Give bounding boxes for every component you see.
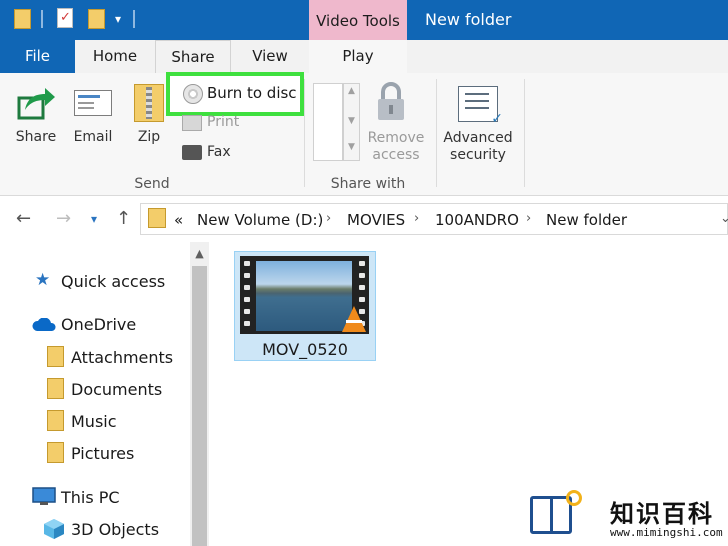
zip-button[interactable]: Zip [130, 129, 168, 145]
file-name-label[interactable]: MOV_0520 [234, 340, 376, 359]
group-separator [436, 79, 437, 187]
group-separator [304, 79, 305, 187]
tab-view[interactable]: View [231, 40, 309, 73]
share-with-group-label: Share with [330, 176, 406, 192]
chevron-right-icon[interactable]: › [326, 211, 331, 226]
chevron-right-icon[interactable]: › [526, 211, 531, 226]
sidebar-item-music[interactable]: Music [71, 412, 117, 431]
printer-icon [182, 115, 202, 131]
context-tab-title: Video Tools [316, 12, 400, 30]
share-with-scroller[interactable]: ▲ ▼ ▼ [343, 83, 360, 161]
remove-access-button[interactable]: Remove access [364, 130, 428, 164]
disc-icon[interactable] [183, 84, 203, 104]
folder-icon[interactable] [14, 9, 31, 29]
folder-icon [47, 442, 64, 463]
properties-icon[interactable] [57, 8, 73, 28]
email-button[interactable]: Email [70, 129, 116, 145]
sidebar-item-onedrive[interactable]: OneDrive [61, 315, 136, 334]
chevron-right-icon[interactable]: › [414, 211, 419, 226]
zip-folder-icon[interactable] [134, 84, 164, 122]
star-icon: ★ [35, 270, 51, 290]
advanced-security-line1: Advanced [443, 130, 513, 146]
sidebar-item-quick-access[interactable]: Quick access [61, 272, 165, 291]
remove-access-line1: Remove [367, 130, 425, 146]
tab-share[interactable]: Share [155, 40, 231, 73]
remove-access-line2: access [372, 147, 420, 163]
breadcrumb-item[interactable]: 100ANDRO [435, 211, 519, 229]
3d-objects-icon [44, 519, 64, 539]
email-icon[interactable] [74, 90, 112, 116]
sidebar-item-pictures[interactable]: Pictures [71, 444, 134, 463]
scroll-down-icon[interactable]: ▼ [344, 116, 359, 126]
lock-icon [378, 82, 404, 120]
book-logo-icon [530, 496, 572, 534]
up-arrow-icon[interactable]: ↑ [116, 208, 131, 229]
vlc-cone-icon [342, 306, 366, 332]
folder-icon [47, 378, 64, 399]
chevron-down-icon[interactable]: ⌄ [720, 211, 728, 226]
share-with-list[interactable] [313, 83, 343, 161]
breadcrumb-item[interactable]: MOVIES [347, 211, 405, 229]
lightbulb-logo-icon [566, 490, 582, 506]
forward-arrow-icon[interactable]: → [56, 208, 71, 229]
recent-locations-icon[interactable]: ▾ [91, 212, 97, 226]
tab-file[interactable]: File [0, 40, 75, 73]
tab-strip-background [407, 40, 728, 73]
scrollbar-thumb[interactable] [192, 266, 207, 546]
group-separator [524, 79, 525, 187]
breadcrumb-item[interactable]: New Volume (D:) [197, 211, 323, 229]
vlc-cone-stripe [346, 320, 362, 323]
send-group-label: Send [134, 176, 170, 192]
thumbnail-image [256, 261, 352, 331]
separator [133, 10, 135, 28]
print-button[interactable]: Print [207, 114, 239, 130]
scroll-up-icon[interactable]: ▲ [344, 86, 359, 96]
advanced-security-icon[interactable] [458, 86, 503, 127]
breadcrumb-item[interactable]: New folder [546, 211, 627, 229]
advanced-security-line2: security [450, 147, 506, 163]
tab-play[interactable]: Play [309, 40, 407, 73]
sidebar-item-3d-objects[interactable]: 3D Objects [71, 520, 159, 539]
folder-icon [148, 208, 166, 228]
share-button[interactable]: Share [12, 129, 60, 145]
tab-home[interactable]: Home [75, 40, 155, 73]
folder-icon [47, 346, 64, 367]
scroll-up-icon[interactable]: ▲ [190, 247, 209, 260]
back-arrow-icon[interactable]: ← [16, 208, 31, 229]
computer-icon [32, 487, 56, 505]
burn-to-disc-button[interactable]: Burn to disc [207, 84, 297, 102]
window-title: New folder [425, 10, 512, 29]
fax-icon[interactable] [182, 145, 202, 160]
sidebar-item-documents[interactable]: Documents [71, 380, 162, 399]
breadcrumb-overflow[interactable]: « [174, 211, 183, 229]
folder-icon [47, 410, 64, 431]
share-icon[interactable] [17, 86, 57, 120]
advanced-security-button[interactable]: Advanced security [440, 130, 516, 164]
expand-icon[interactable]: ▼ [344, 142, 359, 152]
new-folder-icon[interactable] [88, 9, 105, 29]
watermark-title: 知识百科 [610, 500, 714, 528]
sidebar-item-this-pc[interactable]: This PC [61, 488, 120, 507]
sidebar-item-attachments[interactable]: Attachments [71, 348, 173, 367]
film-strip-left [240, 256, 254, 334]
fax-button[interactable]: Fax [207, 144, 231, 160]
customize-toolbar-icon[interactable]: ▾ [115, 12, 121, 26]
onedrive-cloud-icon [32, 318, 56, 331]
watermark-url: www.mimingshi.com [610, 526, 723, 539]
separator [41, 10, 43, 28]
